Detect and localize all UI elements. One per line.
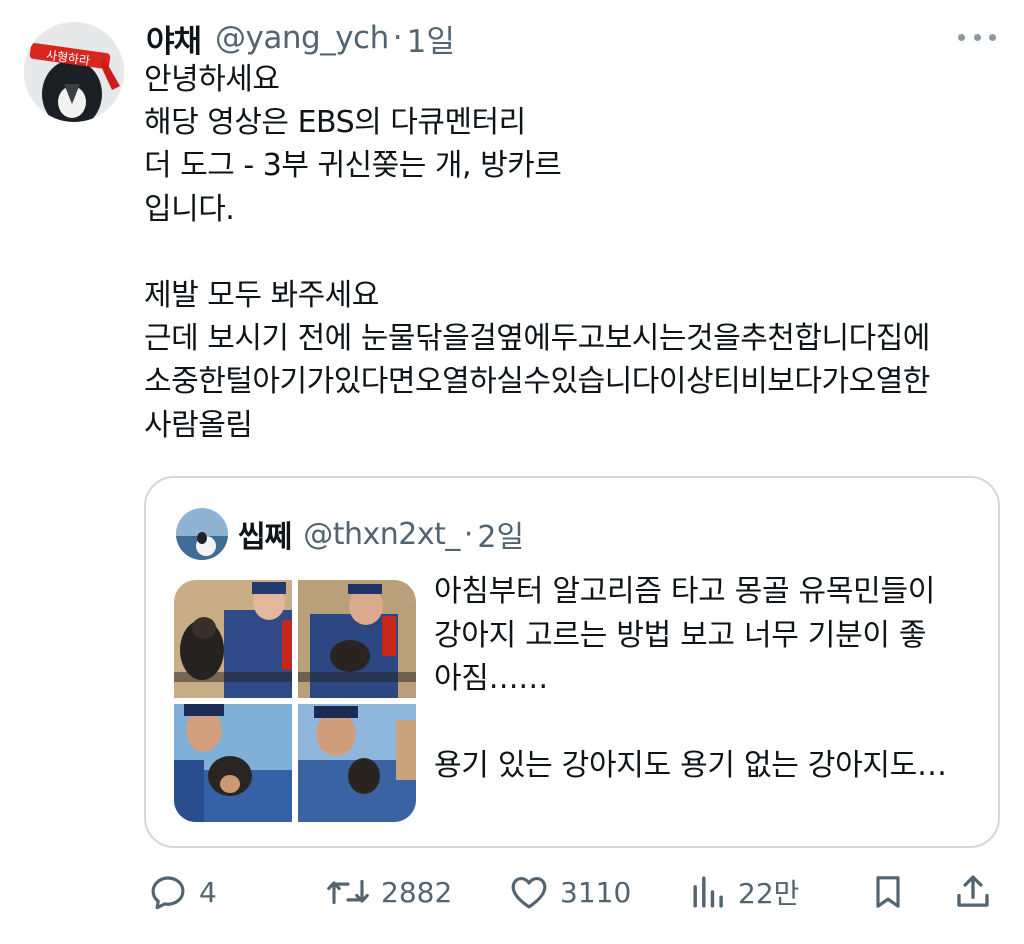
retweet-button[interactable]: 2882 <box>325 866 452 918</box>
retweet-count: 2882 <box>381 875 453 909</box>
views-button[interactable]: 22만 <box>690 866 799 918</box>
quoted-time[interactable]: 2일 <box>477 512 524 556</box>
quoted-media-grid[interactable] <box>174 580 416 822</box>
bookmark-icon <box>876 876 900 908</box>
separator-dot: · <box>392 20 403 56</box>
reply-count: 4 <box>199 875 217 909</box>
quoted-author-handle[interactable]: @thxn2xt_ <box>303 517 460 552</box>
quoted-tweet[interactable]: 씹쩨 @thxn2xt_ · 2일 아침부터 알고리즘 타고 몽골 유목민들이 … <box>144 476 1000 848</box>
share-button[interactable] <box>952 866 994 918</box>
media-thumb-4 <box>298 704 416 822</box>
tweet-text: 안녕하세요 해당 영상은 EBS의 다큐멘터리 더 도그 - 3부 귀신쫒는 개… <box>144 62 930 443</box>
views-icon <box>693 876 723 908</box>
author-name[interactable]: 야채 <box>146 16 202 61</box>
like-count: 3110 <box>560 875 632 909</box>
retweet-icon <box>327 879 369 905</box>
quoted-author-name[interactable]: 씹쩨 <box>238 512 292 556</box>
media-thumbnails <box>174 580 416 822</box>
quoted-separator-dot: · <box>463 516 474 552</box>
media-thumb-2 <box>298 580 416 698</box>
author-handle[interactable]: @yang_ych <box>215 20 389 56</box>
reply-icon <box>151 876 185 910</box>
media-thumb-1 <box>174 580 292 698</box>
share-icon <box>957 875 989 907</box>
action-bar: 4 2882 3110 22만 <box>0 866 1024 918</box>
tweet-header: 야채 @yang_ych · 1일 <box>146 16 455 60</box>
like-button[interactable]: 3110 <box>508 866 631 918</box>
author-avatar[interactable]: 사형하라 <box>24 22 124 122</box>
media-thumb-3 <box>174 704 292 822</box>
quoted-author-avatar[interactable] <box>176 508 228 560</box>
reply-button[interactable]: 4 <box>147 866 217 918</box>
bookmark-button[interactable] <box>868 866 908 918</box>
like-icon <box>511 876 547 909</box>
quoted-avatar-image <box>176 508 228 560</box>
more-icon[interactable] <box>958 30 996 44</box>
views-count: 22만 <box>738 877 800 910</box>
tweet-time[interactable]: 1일 <box>407 16 455 61</box>
quoted-header: 씹쩨 @thxn2xt_ · 2일 <box>238 512 524 556</box>
avatar-image: 사형하라 <box>24 22 124 122</box>
quoted-text: 아침부터 알고리즘 타고 몽골 유목민들이 강아지 고르는 방법 보고 너무 기… <box>434 574 947 783</box>
